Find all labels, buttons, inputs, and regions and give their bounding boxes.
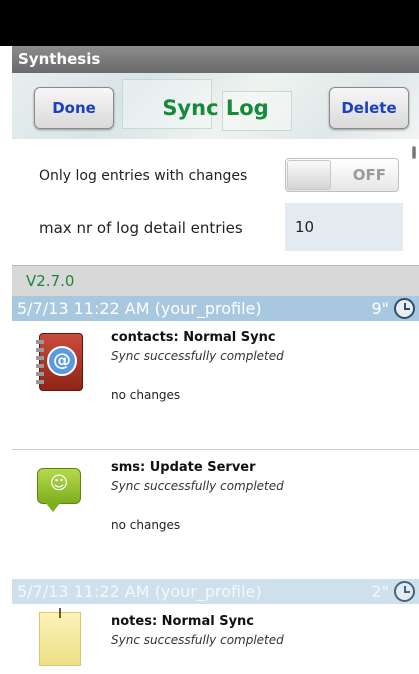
log-item[interactable]: ☺ sms: Update Server Sync successfully c… <box>12 450 419 578</box>
log-item-changes: no changes <box>111 518 181 532</box>
nav-bar: Done Sync Log Delete <box>12 73 419 139</box>
max-entries-label: max nr of log detail entries <box>39 219 243 237</box>
left-frame <box>0 46 12 674</box>
log-item-status: Sync successfully completed <box>111 479 284 493</box>
session-timestamp: 5/7/13 11:22 AM (your_profile) <box>17 299 262 318</box>
session-header[interactable]: 5/7/13 11:22 AM (your_profile) 2" <box>12 579 419 604</box>
log-item[interactable]: notes: Normal Sync Sync successfully com… <box>12 604 419 674</box>
log-item-name: sms: Update Server <box>111 460 256 475</box>
log-item-name: notes: Normal Sync <box>111 614 254 629</box>
max-entries-field[interactable]: 10 <box>285 203 403 251</box>
scrollbar[interactable] <box>412 146 416 159</box>
log-item-changes: no changes <box>111 388 181 402</box>
status-bar <box>0 0 419 46</box>
app-title: Synthesis <box>12 46 419 73</box>
only-changes-label: Only log entries with changes <box>39 168 248 184</box>
session-duration: 9" <box>371 299 389 318</box>
sync-log-screen: Synthesis Done Sync Log Delete Only log … <box>12 46 419 674</box>
version-bar: V2.7.0 <box>12 265 419 296</box>
toggle-knob <box>287 160 331 190</box>
session-header[interactable]: 5/7/13 11:22 AM (your_profile) 9" <box>12 296 419 321</box>
sms-icon: ☺ <box>37 460 87 522</box>
log-item-status: Sync successfully completed <box>111 633 284 647</box>
toggle-state: OFF <box>352 166 386 184</box>
log-item-status: Sync successfully completed <box>111 349 284 363</box>
log-item[interactable]: @ contacts: Normal Sync Sync successfull… <box>12 321 419 449</box>
clock-icon <box>394 581 415 602</box>
clock-icon <box>394 298 415 319</box>
delete-button[interactable]: Delete <box>329 87 409 129</box>
session-timestamp: 5/7/13 11:22 AM (your_profile) <box>17 582 262 601</box>
log-item-name: contacts: Normal Sync <box>111 330 276 345</box>
contacts-icon: @ <box>36 331 87 393</box>
only-changes-toggle[interactable]: OFF <box>285 158 399 192</box>
notes-icon <box>37 608 87 670</box>
session-duration: 2" <box>371 582 389 601</box>
